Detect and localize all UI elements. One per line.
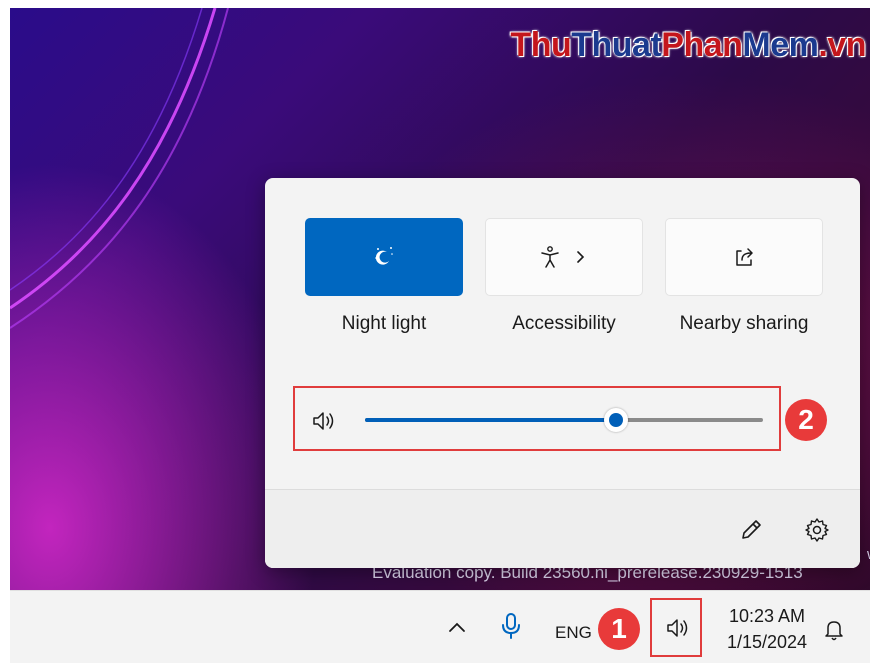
share-icon: [666, 245, 822, 274]
accessibility-toggle[interactable]: [485, 218, 643, 296]
gear-icon[interactable]: [803, 516, 831, 544]
quick-settings-footer: [265, 489, 860, 568]
watermark-logo: ThuThuatPhanMem.vn: [510, 26, 866, 64]
pencil-icon[interactable]: [737, 516, 765, 544]
accessibility-label: Accessibility: [512, 313, 616, 334]
microphone-icon[interactable]: [499, 611, 523, 646]
night-light-label: Night light: [341, 313, 427, 334]
step-badge-1: 1: [598, 608, 640, 650]
nearby-sharing-toggle[interactable]: [665, 218, 823, 296]
nearby-sharing-label: Nearby sharing: [679, 313, 809, 334]
quick-settings-panel: Night light Accessibility Nearby sharing: [265, 178, 860, 568]
accessibility-icon: [486, 245, 642, 274]
chevron-up-icon[interactable]: [446, 617, 468, 642]
bell-icon[interactable]: [822, 617, 846, 648]
volume-highlight-box: [293, 386, 781, 451]
clock[interactable]: 10:23 AM 1/15/2024: [712, 603, 822, 655]
taskbar-volume-highlight-box: [650, 598, 702, 657]
clock-time: 10:23 AM: [728, 606, 806, 626]
step-badge-2: 2: [785, 399, 827, 441]
language-indicator[interactable]: ENG: [555, 623, 592, 643]
night-light-icon: [305, 244, 463, 273]
chevron-right-icon: [577, 251, 585, 263]
clock-date: 1/15/2024: [726, 632, 808, 652]
night-light-toggle[interactable]: [305, 218, 463, 296]
taskbar: ENG 10:23 AM 1/15/2024: [10, 590, 870, 663]
